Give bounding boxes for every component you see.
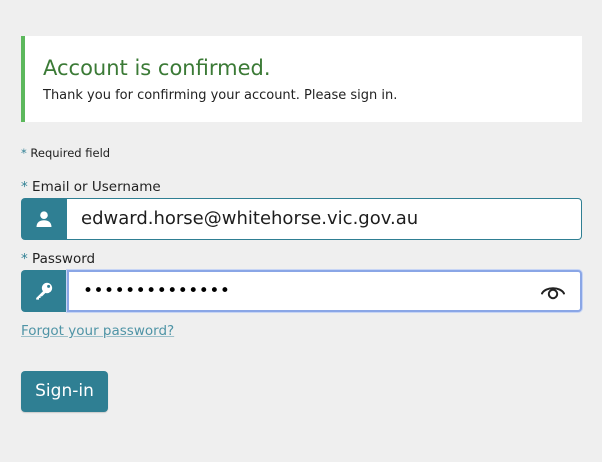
alert-title: Account is confirmed. xyxy=(43,56,271,80)
username-input[interactable]: edward.horse@whitehorse.vic.gov.au xyxy=(67,198,582,240)
required-marker: * xyxy=(21,179,28,195)
sign-in-button[interactable]: Sign-in xyxy=(21,371,108,412)
success-alert: Account is confirmed. Thank you for conf… xyxy=(21,36,582,122)
password-label: * Password xyxy=(21,250,95,268)
username-value: edward.horse@whitehorse.vic.gov.au xyxy=(81,208,419,229)
username-label: * Email or Username xyxy=(21,178,161,196)
required-marker: * xyxy=(21,251,28,267)
user-icon xyxy=(21,198,67,240)
forgot-password-link[interactable]: Forgot your password? xyxy=(21,322,174,340)
key-icon xyxy=(21,270,67,312)
username-input-group: edward.horse@whitehorse.vic.gov.au xyxy=(21,198,582,240)
password-label-text: Password xyxy=(32,251,96,267)
required-note-text: Required field xyxy=(30,146,111,160)
eye-icon[interactable] xyxy=(540,282,566,302)
sign-in-page: Account is confirmed. Thank you for conf… xyxy=(0,0,602,462)
username-label-text: Email or Username xyxy=(32,179,161,195)
password-input-group: •••••••••••••• xyxy=(21,270,582,312)
required-marker: * xyxy=(21,146,27,160)
required-field-note: * Required field xyxy=(21,145,110,161)
password-value: •••••••••••••• xyxy=(83,281,231,301)
password-input[interactable]: •••••••••••••• xyxy=(67,270,582,312)
alert-message: Thank you for confirming your account. P… xyxy=(43,88,398,103)
